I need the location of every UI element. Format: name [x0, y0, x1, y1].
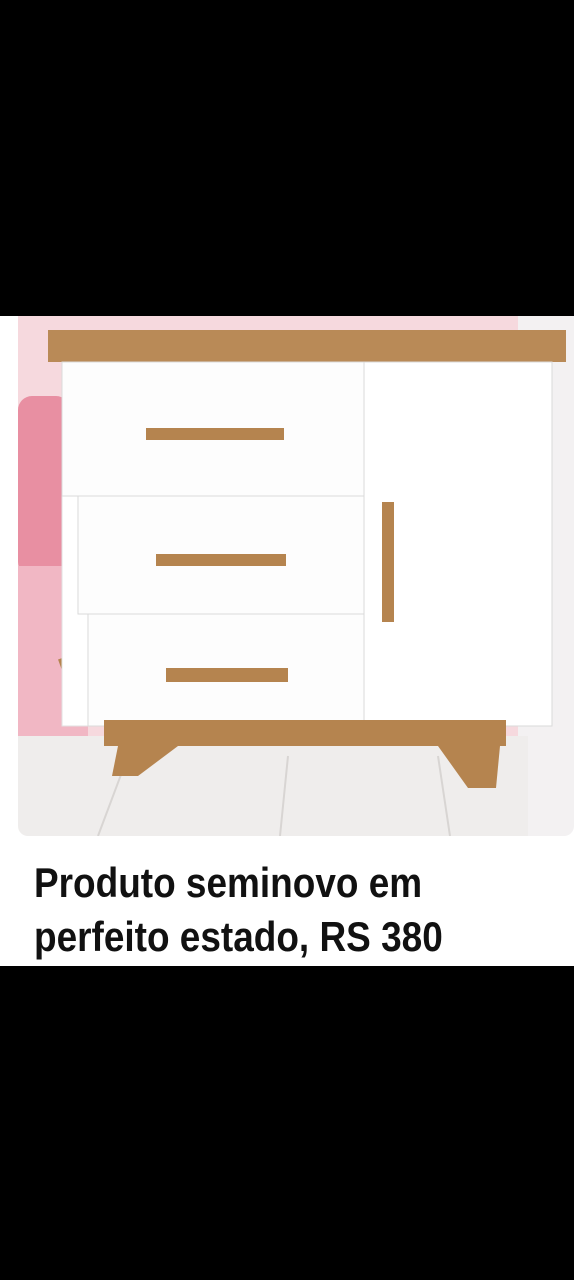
drawer-3-handle [166, 668, 288, 682]
dresser-top [48, 330, 566, 362]
drawer-1-handle [146, 428, 284, 440]
caption-line-1: Produto seminovo em [34, 859, 423, 906]
caption-line-2: perfeito estado, RS 380 [34, 913, 443, 960]
post-card: Produto seminovo em perfeito estado, RS … [0, 316, 574, 966]
dresser-base [104, 720, 506, 746]
door-handle [382, 502, 394, 622]
dresser-image [18, 316, 574, 836]
product-photo[interactable] [18, 316, 574, 836]
drawer-2-handle [156, 554, 286, 566]
post-caption: Produto seminovo em perfeito estado, RS … [34, 856, 500, 964]
